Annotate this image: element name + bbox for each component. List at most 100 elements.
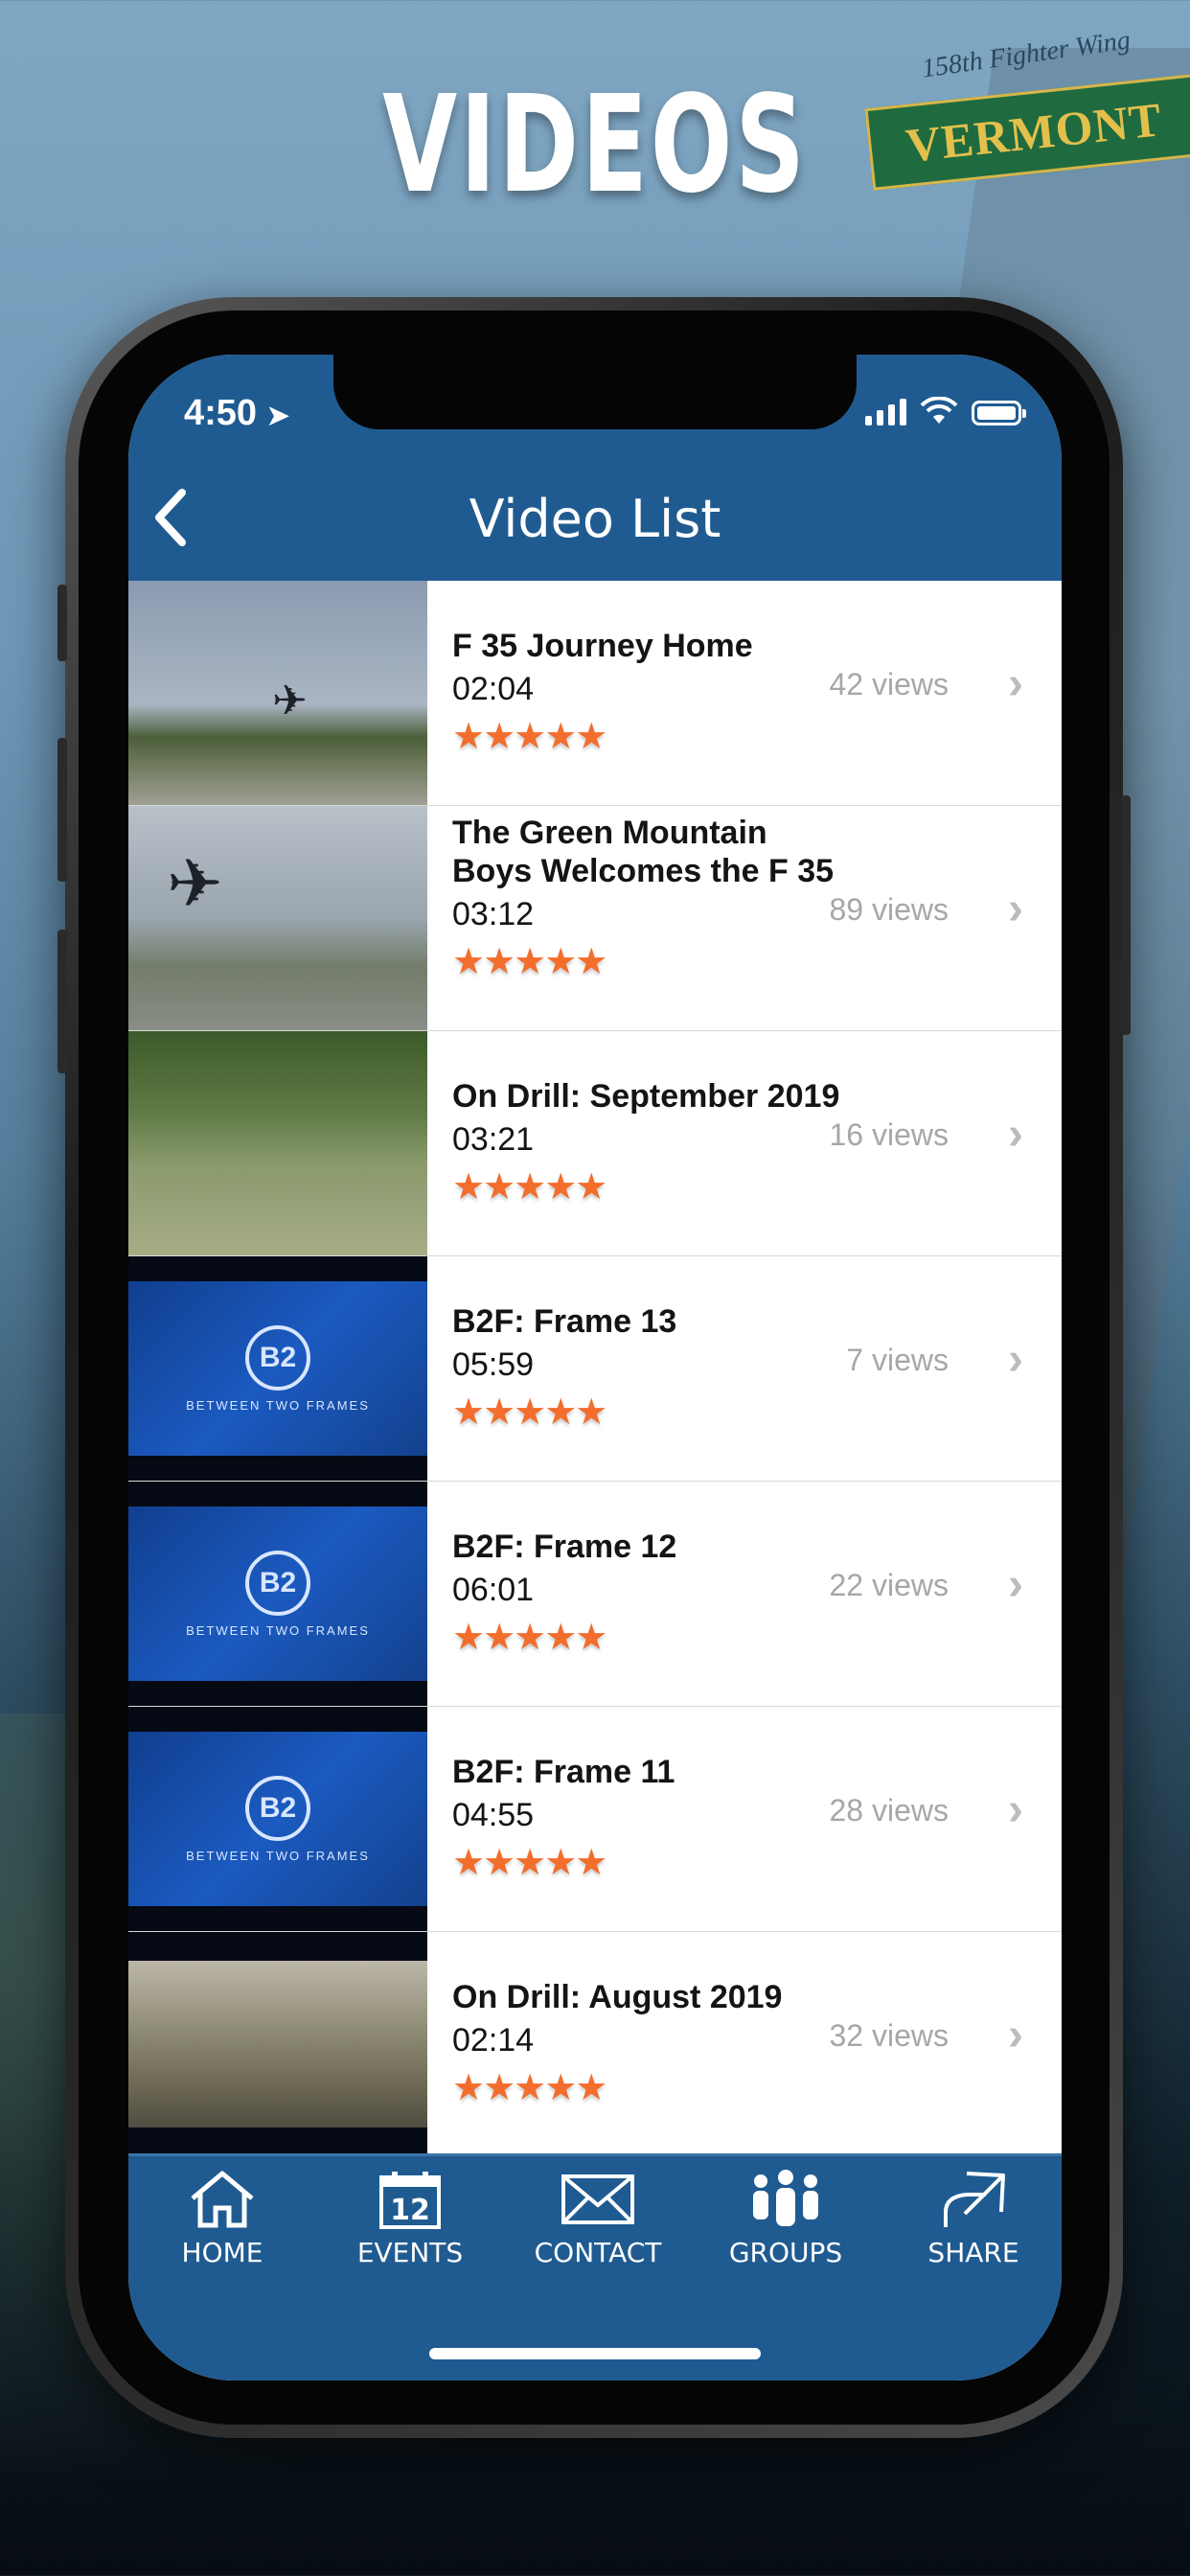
video-title: On Drill: September 2019 [452,1078,840,1115]
b2f-logo-caption: BETWEEN TWO FRAMES [186,1848,370,1863]
letterbox-bar [128,1681,427,1706]
status-icons [865,397,1026,426]
chevron-right-icon: › [1008,2010,1023,2060]
status-time: 4:50 ➤ [184,393,289,434]
chevron-right-icon: › [1008,658,1023,709]
envelope-icon [561,2174,634,2224]
b2f-logo-caption: BETWEEN TWO FRAMES [186,1622,370,1638]
b2f-logo: B2 BETWEEN TWO FRAMES [128,1256,427,1481]
tab-label: EVENTS [356,2237,464,2268]
phone-side-button-volume-down [57,930,67,1073]
video-title: F 35 Journey Home [452,628,753,664]
location-arrow-icon: ➤ [266,401,290,430]
battery-icon [972,401,1026,426]
video-views: 42 views [829,667,950,702]
video-row[interactable]: B2 BETWEEN TWO FRAMES B2F: Frame 12 06:0… [128,1482,1062,1707]
video-list: ✈ F 35 Journey Home 02:04 ★★★★★ 42 views… [128,581,1062,2157]
video-title: The Green Mountain Boys Welcomes the F 3… [452,815,835,889]
tab-bar: HOME 12 EVENTS CONTACT GROUPS SHARE [128,2153,1062,2380]
home-indicator[interactable] [429,2348,761,2359]
plane-icon: ✈ [167,846,223,921]
page-title: Video List [469,489,721,549]
video-row[interactable]: B2 BETWEEN TWO FRAMES B2F: Frame 13 05:5… [128,1256,1062,1482]
phone-side-button-power [1121,795,1131,1035]
letterbox-bar [128,1932,427,1961]
letterbox-bar [128,2128,427,2156]
star-rating: ★★★★★ [452,1843,607,1883]
video-views: 16 views [829,1117,950,1152]
b2f-logo: B2 BETWEEN TWO FRAMES [128,1707,427,1931]
video-thumbnail: B2 BETWEEN TWO FRAMES [128,1256,427,1481]
signal-icon [865,399,906,426]
video-thumbnail: B2 BETWEEN TWO FRAMES [128,1707,427,1931]
people-icon [753,2170,818,2226]
video-thumbnail: B2 BETWEEN TWO FRAMES [128,1482,427,1706]
calendar-icon: 12 [379,2172,441,2229]
plane-icon: ✈ [272,678,308,724]
video-duration: 05:59 [452,1346,535,1383]
tab-home[interactable]: HOME [128,2162,316,2277]
video-row[interactable]: ✈ The Green Mountain Boys Welcomes the F… [128,806,1062,1031]
letterbox-bar [128,1906,427,1931]
letterbox-bar [128,1456,427,1481]
chevron-right-icon: › [1008,1334,1023,1385]
video-row[interactable]: On Drill: August 2019 02:14 ★★★★★ 32 vie… [128,1932,1062,2157]
b2f-logo-mark: B2 [245,1324,310,1391]
b2f-logo: B2 BETWEEN TWO FRAMES [128,1482,427,1706]
star-rating: ★★★★★ [452,1618,607,1658]
video-row[interactable]: ✈ F 35 Journey Home 02:04 ★★★★★ 42 views… [128,581,1062,806]
b2f-logo-mark: B2 [245,1550,310,1616]
star-rating: ★★★★★ [452,2068,607,2108]
chevron-right-icon: › [1008,1109,1023,1160]
star-rating: ★★★★★ [452,1392,607,1433]
video-thumbnail [128,1932,427,2156]
video-views: 7 views [846,1343,949,1377]
phone-side-button-mute [57,585,67,661]
b2f-logo-mark: B2 [245,1775,310,1841]
hero-title: VIDEOS [382,67,808,223]
phone-screen: 4:50 ➤ Video List ✈ F 35 Journey Home 02… [128,355,1062,2380]
tab-label: SHARE [927,2237,1019,2268]
home-icon [191,2171,254,2228]
calendar-day-number: 12 [390,2194,430,2227]
chevron-right-icon: › [1008,1784,1023,1835]
chevron-right-icon: › [1008,1559,1023,1610]
video-thumbnail: ✈ [128,806,427,1030]
tab-groups[interactable]: GROUPS [692,2162,880,2277]
video-title: B2F: Frame 11 [452,1754,675,1790]
video-row[interactable]: B2 BETWEEN TWO FRAMES B2F: Frame 11 04:5… [128,1707,1062,1932]
video-thumbnail: ✈ [128,581,427,805]
video-title: B2F: Frame 13 [452,1303,677,1340]
video-views: 28 views [829,1793,950,1828]
tab-label: CONTACT [534,2237,662,2268]
share-icon [944,2172,1005,2227]
notch [333,355,857,429]
video-duration: 03:12 [452,896,535,932]
video-duration: 03:21 [452,1121,535,1158]
video-duration: 02:14 [452,2022,535,2058]
star-rating: ★★★★★ [452,942,607,982]
video-thumbnail [128,1031,427,1255]
phone-side-button-volume-up [57,738,67,882]
video-row[interactable]: On Drill: September 2019 03:21 ★★★★★ 16 … [128,1031,1062,1256]
status-time-text: 4:50 [184,393,258,433]
video-views: 32 views [829,2018,950,2053]
video-duration: 02:04 [452,671,535,707]
b2f-logo-caption: BETWEEN TWO FRAMES [186,1397,370,1413]
tab-events[interactable]: 12 EVENTS [316,2162,504,2277]
chevron-right-icon: › [1008,884,1023,934]
video-views: 89 views [829,892,950,927]
tab-label: HOME [181,2237,263,2268]
star-rating: ★★★★★ [452,717,607,757]
header: 4:50 ➤ Video List [128,355,1062,581]
video-title: On Drill: August 2019 [452,1979,783,2015]
tab-share[interactable]: SHARE [880,2162,1062,2277]
video-views: 22 views [829,1568,950,1602]
wifi-icon [920,397,958,424]
star-rating: ★★★★★ [452,1167,607,1208]
video-duration: 04:55 [452,1797,535,1833]
tab-label: GROUPS [728,2237,843,2268]
video-title: B2F: Frame 12 [452,1529,677,1565]
video-duration: 06:01 [452,1572,535,1608]
tab-contact[interactable]: CONTACT [504,2162,692,2277]
